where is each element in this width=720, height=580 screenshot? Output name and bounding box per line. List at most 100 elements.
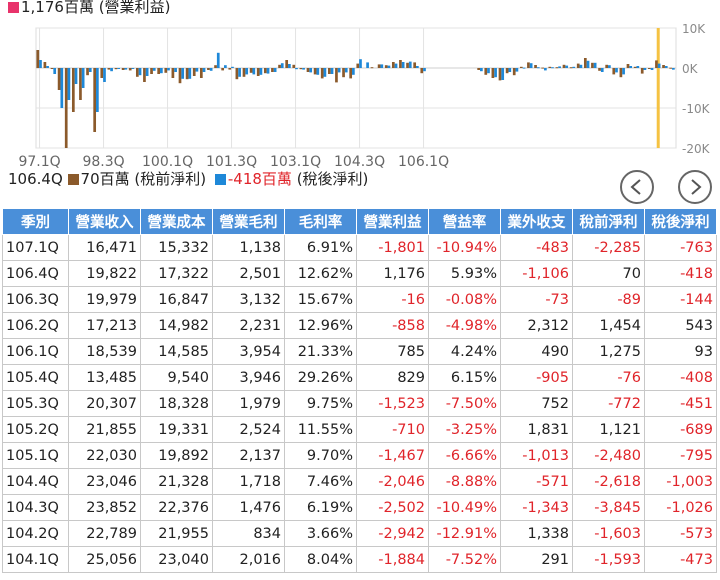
pretax-bar (413, 62, 417, 68)
aftertax-bar (288, 64, 291, 68)
value-cell: -1,026 (644, 494, 717, 521)
table-row[interactable]: 106.2Q 17,213 14,982 2,231 12.96% -858 -4.98% 2… (2, 312, 717, 339)
aftertax-bar (600, 68, 604, 72)
column-header[interactable]: 稅後淨利 (644, 208, 717, 235)
value-cell: 9,540 (140, 364, 213, 391)
pretax-bar (249, 68, 253, 73)
table-row[interactable]: 106.4Q 19,822 17,322 2,501 12.62% 1,176 5.93% -… (2, 260, 717, 287)
value-cell: 17,213 (68, 312, 141, 339)
table-row[interactable]: 105.3Q 20,307 18,328 1,979 9.75% -1,523 -7.50%… (2, 390, 717, 417)
value-cell: 4.24% (428, 338, 501, 365)
next-period-button[interactable] (678, 170, 712, 204)
column-header[interactable]: 營業成本 (140, 208, 213, 235)
column-header[interactable]: 稅前淨利 (572, 208, 645, 235)
pretax-bar (548, 66, 552, 68)
aftertax-bar (216, 52, 220, 68)
aftertax-bar (480, 68, 483, 72)
column-header[interactable]: 營業收入 (68, 208, 141, 235)
column-header[interactable]: 營益率 (428, 208, 501, 235)
value-cell: 2,231 (212, 312, 285, 339)
aftertax-bar (152, 68, 156, 71)
value-cell: 1,979 (212, 390, 285, 417)
table-row[interactable]: 105.2Q 21,855 19,331 2,524 11.55% -710 -3.25% 1… (2, 416, 717, 443)
value-cell: 829 (356, 364, 429, 391)
column-header[interactable]: 季別 (2, 208, 69, 235)
value-cell: 2,501 (212, 260, 285, 287)
plot-frame (35, 27, 677, 149)
value-cell: 19,892 (140, 442, 213, 469)
aftertax-bar (508, 68, 512, 72)
value-cell: -12.91% (428, 520, 501, 547)
value-cell: -3,845 (572, 494, 645, 521)
table-header-row: 季別 營業收入 營業成本 營業毛利 毛利率 營業利益 營益率 業外收支 稅前淨利 稅後淨利 (2, 208, 717, 235)
chevron-right-icon (691, 179, 702, 195)
aftertax-bar (394, 63, 398, 68)
pretax-bar (228, 68, 232, 70)
value-cell: 19,331 (140, 416, 213, 443)
aftertax-bar (558, 66, 561, 68)
aftertax-bar (74, 68, 78, 84)
column-header[interactable]: 營業毛利 (212, 208, 285, 235)
aftertax-bar (380, 64, 384, 68)
pretax-bar (484, 68, 488, 75)
pretax-bar (199, 68, 203, 78)
aftertax-bar (423, 68, 426, 72)
aftertax-bar (273, 68, 277, 72)
column-header[interactable]: 毛利率 (284, 208, 357, 235)
value-cell: 15.67% (284, 286, 357, 313)
value-cell: 21,855 (68, 416, 141, 443)
value-cell: 6.15% (428, 364, 501, 391)
pretax-bar (299, 68, 303, 70)
value-cell: -89 (572, 286, 645, 313)
pretax-bar (278, 64, 281, 68)
table-row[interactable]: 105.4Q 13,485 9,540 3,946 29.26% 829 6.15% -905… (2, 364, 717, 391)
value-cell: -772 (572, 390, 645, 417)
pretax-bar (527, 62, 530, 68)
value-cell: -1,343 (500, 494, 573, 521)
quarter-cell: 105.4Q (2, 364, 69, 391)
value-cell: -483 (500, 234, 573, 261)
table-row[interactable]: 104.1Q 25,056 23,040 2,016 8.04% -1,884 -7.52%… (2, 546, 717, 573)
table-row[interactable]: 106.3Q 19,979 16,847 3,132 15.67% -16 -0.08% -7… (2, 286, 717, 313)
value-cell: -763 (644, 234, 717, 261)
table-row[interactable]: 105.1Q 22,030 19,892 2,137 9.70% -1,467 -6.66%… (2, 442, 717, 469)
prev-period-button[interactable] (620, 170, 654, 204)
pretax-bar (121, 68, 125, 70)
aftertax-bar (664, 66, 668, 68)
pretax-bar (207, 68, 210, 70)
aftertax-bar (110, 68, 113, 72)
value-cell: 11.55% (284, 416, 357, 443)
aftertax-bar (117, 68, 121, 69)
value-cell: 752 (500, 390, 573, 417)
table-row[interactable]: 104.2Q 22,789 21,955 834 3.66% -2,942 -12.91% 1… (2, 520, 717, 547)
pretax-bar (192, 68, 196, 76)
value-cell: 20,307 (68, 390, 141, 417)
table-row[interactable]: 104.4Q 23,046 21,328 1,718 7.46% -2,046 -8.88%… (2, 468, 717, 495)
aftertax-bar (416, 66, 419, 68)
value-cell: 16,847 (140, 286, 213, 313)
pretax-bar (647, 68, 651, 69)
pretax-bar (150, 68, 153, 74)
value-cell: 21,328 (140, 468, 213, 495)
value-cell: 14,585 (140, 338, 213, 365)
table-row[interactable]: 106.1Q 18,539 14,585 3,954 21.33% 785 4.24% 490… (2, 338, 717, 365)
table-row[interactable]: 107.1Q 16,471 15,332 1,138 6.91% -1,801 -10.94… (2, 234, 717, 261)
aftertax-bar (202, 68, 206, 72)
value-cell: 17,322 (140, 260, 213, 287)
y-axis-ticks: 10K 0K -10K -20K (682, 22, 711, 156)
column-header[interactable]: 營業利益 (356, 208, 429, 235)
quarter-cell: 106.3Q (2, 286, 69, 313)
column-header[interactable]: 業外收支 (500, 208, 573, 235)
table-row[interactable]: 104.3Q 23,852 22,376 1,476 6.19% -2,502 -10.49… (2, 494, 717, 521)
value-cell: 1,138 (212, 234, 285, 261)
value-cell: 2,016 (212, 546, 285, 573)
pretax-bar (256, 68, 260, 76)
value-cell: -2,046 (356, 468, 429, 495)
pretax-bar (221, 68, 225, 71)
pretax-bar (505, 68, 509, 74)
operating-income-legend: 1,176百萬 (營業利益) (8, 0, 170, 17)
pretax-bar (612, 68, 616, 75)
pretax-bar (399, 60, 402, 68)
aftertax-bar (551, 67, 554, 69)
value-cell: 543 (644, 312, 717, 339)
